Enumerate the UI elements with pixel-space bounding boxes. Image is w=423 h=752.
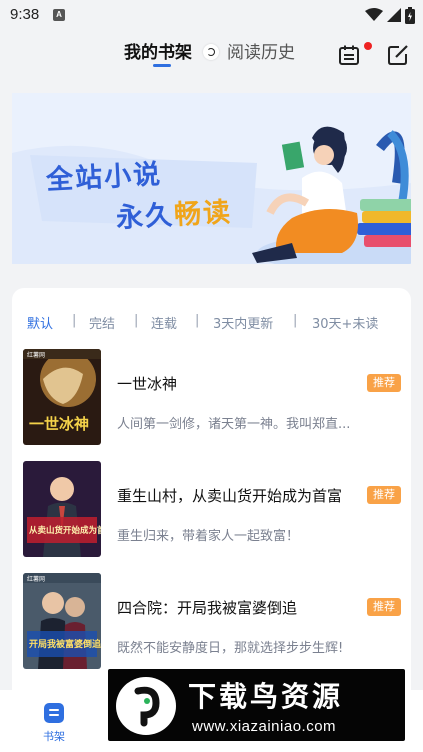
book-item[interactable]: 红薯网 一世冰神 一世冰神 推荐 人间第一剑修，诸天第一神。我叫郑直... bbox=[12, 349, 411, 449]
book-cover: 红薯网 开局我被富婆倒追 bbox=[23, 573, 101, 669]
edit-icon[interactable] bbox=[387, 44, 409, 66]
recommend-badge: 推荐 bbox=[367, 486, 401, 504]
book-description: 重生归来，带着家人一起致富！ bbox=[117, 529, 300, 544]
book-title: 一世冰神 bbox=[117, 375, 178, 393]
filter-unread-30-days[interactable]: 30天+未读 bbox=[312, 313, 378, 332]
book-cover-title: 从卖山货开始成为首富 bbox=[29, 525, 101, 536]
promo-banner[interactable]: 全站小说 永久畅读 bbox=[12, 93, 411, 264]
bookshelf-icon bbox=[44, 703, 64, 723]
calendar-icon[interactable] bbox=[338, 44, 360, 66]
notification-badge bbox=[364, 42, 372, 50]
book-cover-title: 一世冰神 bbox=[29, 415, 89, 433]
book-cover: 从卖山货开始成为首富 bbox=[23, 461, 101, 557]
watermark-url: www.xiazainiao.com bbox=[192, 718, 337, 735]
active-tab-indicator bbox=[153, 64, 171, 67]
book-cover-title: 开局我被富婆倒追 bbox=[29, 638, 101, 650]
filter-completed[interactable]: 完结 bbox=[89, 313, 115, 332]
book-description: 既然不能安静度日，那就选择步步生辉! bbox=[117, 641, 344, 656]
status-time: 9:38 bbox=[10, 6, 40, 23]
recommend-badge: 推荐 bbox=[367, 598, 401, 616]
recommend-badge: 推荐 bbox=[367, 374, 401, 392]
book-title: 重生山村，从卖山货开始成为首富 bbox=[117, 487, 343, 505]
svg-text:红薯网: 红薯网 bbox=[27, 351, 45, 359]
watermark-title: 下载鸟资源 bbox=[188, 680, 344, 713]
top-nav: 我的书架 阅读历史 bbox=[0, 30, 423, 80]
watermark-logo-icon bbox=[116, 677, 176, 735]
notification-icon: A bbox=[53, 9, 65, 21]
watermark-overlay: 下载鸟资源 www.xiazainiao.com bbox=[108, 669, 405, 741]
tab-reading-history[interactable]: 阅读历史 bbox=[227, 38, 295, 63]
banner-headline-1: 全站小说 bbox=[45, 158, 163, 197]
filter-separator: | bbox=[293, 313, 298, 328]
book-item[interactable]: 从卖山货开始成为首富 重生山村，从卖山货开始成为首富 推荐 重生归来，带着家人一… bbox=[12, 461, 411, 561]
filter-bar: 默认 | 完结 | 连载 | 3天内更新 | 30天+未读 bbox=[12, 313, 411, 333]
tab-my-bookshelf[interactable]: 我的书架 bbox=[124, 38, 192, 63]
signal-icon bbox=[387, 8, 401, 22]
banner-headline-2a: 永久 bbox=[115, 200, 175, 235]
loading-indicator-icon bbox=[203, 44, 219, 60]
book-title: 四合院：开局我被富婆倒追 bbox=[117, 599, 298, 617]
wifi-icon bbox=[365, 8, 383, 21]
status-bar: 9:38 A bbox=[0, 0, 423, 30]
banner-headline-2: 永久畅读 bbox=[115, 190, 233, 235]
filter-updated-3-days[interactable]: 3天内更新 bbox=[213, 313, 273, 332]
bottom-tab-bookshelf[interactable]: 书架 bbox=[36, 700, 72, 746]
bookshelf-card: 默认 | 完结 | 连载 | 3天内更新 | 30天+未读 红薯网 一世冰神 一… bbox=[12, 288, 411, 708]
banner-headline-2b: 畅读 bbox=[173, 196, 233, 231]
filter-separator: | bbox=[195, 313, 200, 328]
filter-serializing[interactable]: 连载 bbox=[151, 313, 177, 332]
battery-icon bbox=[405, 6, 415, 24]
book-description: 人间第一剑修，诸天第一神。我叫郑直... bbox=[117, 417, 351, 432]
filter-separator: | bbox=[134, 313, 139, 328]
filter-default[interactable]: 默认 bbox=[27, 313, 53, 332]
bottom-tab-bookshelf-label: 书架 bbox=[43, 730, 65, 743]
book-item[interactable]: 红薯网 开局我被富婆倒追 四合院：开局我被富婆倒追 推荐 既然不能安静度日，那就… bbox=[12, 573, 411, 673]
book-cover: 红薯网 一世冰神 bbox=[23, 349, 101, 445]
filter-separator: | bbox=[72, 313, 77, 328]
svg-text:红薯网: 红薯网 bbox=[27, 575, 45, 583]
status-icons bbox=[365, 6, 415, 24]
